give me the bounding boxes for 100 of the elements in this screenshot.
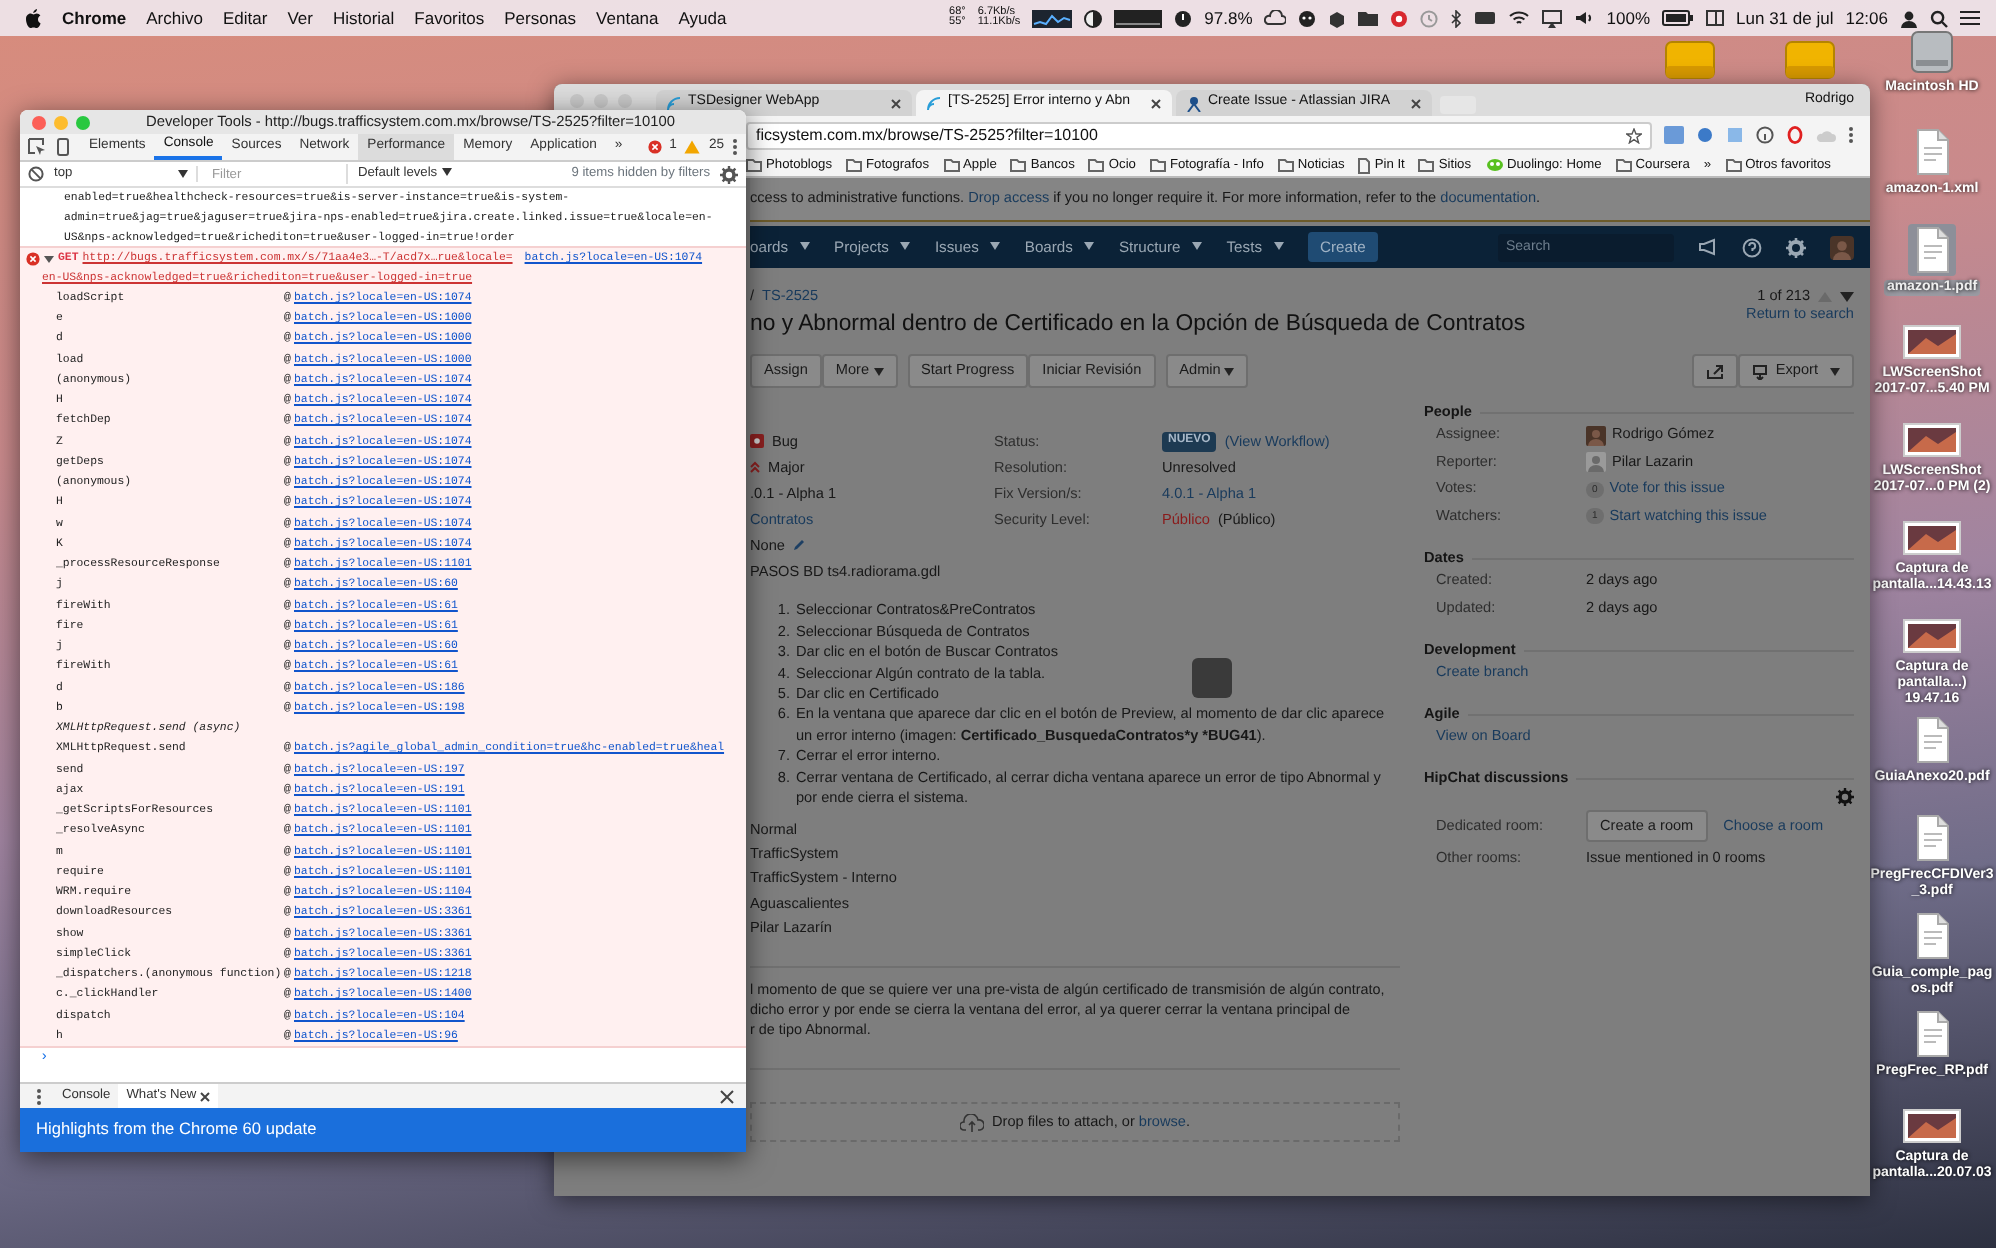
folder-icon	[1149, 158, 1166, 172]
avatar-icon	[1586, 452, 1606, 473]
error-icon	[26, 251, 40, 266]
box-icon[interactable]	[1328, 9, 1347, 27]
avatar-icon[interactable]	[1830, 235, 1854, 259]
menu-item[interactable]: Favoritos	[414, 7, 485, 29]
caret-icon	[1192, 242, 1203, 251]
more-icon[interactable]	[1848, 126, 1854, 144]
address-bar[interactable]: ficsystem.com.mx/browse/TS-2525?filter=10100	[746, 121, 1652, 149]
pdf-file-icon	[1908, 224, 1956, 276]
pie-icon[interactable]	[1084, 9, 1103, 27]
menu-item[interactable]: Ventana	[596, 7, 659, 29]
caret-icon	[441, 168, 452, 177]
more-icon[interactable]	[36, 1087, 42, 1105]
close-icon[interactable]	[200, 1091, 211, 1101]
error-icon	[647, 140, 662, 154]
caret-icon	[1274, 242, 1284, 251]
folder-icon	[1418, 158, 1435, 172]
page-icon	[1358, 157, 1371, 173]
pencil-icon[interactable]	[792, 538, 807, 553]
update-banner[interactable]: Highlights from the Chrome 60 update	[20, 1108, 746, 1152]
battery-icon[interactable]	[1662, 10, 1695, 26]
issue-title: no y Abnormal dentro de Certificado en la Opción de Búsqueda de Contratos	[750, 311, 1526, 339]
screenshot-thumbnail-icon	[1902, 1106, 1962, 1146]
folder-icon[interactable]	[1358, 10, 1379, 26]
apple-icon	[24, 8, 42, 28]
menu-item[interactable]: Ver	[287, 7, 313, 29]
settings-icon[interactable]	[1836, 787, 1854, 806]
signal-icon	[666, 95, 682, 111]
cloud-icon[interactable]	[1264, 10, 1287, 26]
menu-item[interactable]: Archivo	[146, 7, 203, 29]
search-icon[interactable]	[1930, 9, 1948, 27]
avatar-icon	[1586, 425, 1606, 446]
caret-icon	[900, 242, 911, 251]
menu-item[interactable]: Personas	[504, 7, 577, 29]
activity-graph-icon[interactable]	[1032, 9, 1073, 27]
caret-icon	[990, 242, 1001, 251]
wifi-icon[interactable]	[1508, 10, 1531, 26]
screenshot-thumbnail-icon	[1902, 518, 1962, 558]
battery-reading: 100%	[1606, 7, 1651, 29]
folder-icon	[943, 158, 960, 172]
window-icon[interactable]	[1706, 10, 1725, 26]
down-arrow-icon[interactable]	[1840, 291, 1854, 302]
bluetooth-icon[interactable]	[1450, 9, 1463, 27]
folder-icon	[746, 158, 762, 172]
url-text: ficsystem.com.mx/browse/TS-2525?filter=10100	[756, 125, 1098, 145]
close-icon[interactable]	[1410, 97, 1422, 109]
menu-item[interactable]: Ayuda	[678, 7, 727, 29]
monitor-graph-icon[interactable]	[1114, 9, 1163, 27]
priority-icon	[750, 460, 760, 475]
external-drive-icon	[1784, 40, 1836, 80]
opera-icon[interactable]	[1786, 126, 1804, 144]
more-icon[interactable]	[732, 138, 738, 156]
airplay-icon[interactable]	[1542, 9, 1563, 27]
caret-icon	[1084, 242, 1095, 251]
date-text: Lun 31 de jul	[1736, 7, 1834, 29]
caret-icon	[800, 242, 810, 251]
keyboard-icon[interactable]	[1474, 10, 1497, 26]
cpu-reading: 97.8%	[1204, 7, 1253, 29]
power-icon[interactable]	[1174, 9, 1193, 27]
export-icon	[1751, 363, 1768, 380]
folder-icon	[1725, 158, 1742, 172]
screenshot-thumbnail-icon	[1902, 420, 1962, 460]
settings-icon[interactable]	[1786, 237, 1806, 257]
star-icon[interactable]	[1626, 127, 1642, 143]
help-icon[interactable]	[1742, 237, 1762, 257]
caret-icon	[1830, 367, 1840, 376]
close-icon[interactable]	[1150, 97, 1162, 109]
clear-console-icon[interactable]	[28, 166, 44, 182]
folder-icon	[1088, 158, 1105, 172]
info-icon[interactable]	[1756, 126, 1774, 144]
share-icon	[1705, 363, 1724, 380]
volume-icon[interactable]	[1574, 10, 1595, 26]
close-icon[interactable]	[720, 1089, 734, 1103]
megaphone-icon[interactable]	[1698, 238, 1718, 256]
app-menu[interactable]: Chrome	[62, 7, 127, 29]
screenshot-thumbnail-icon	[1902, 616, 1962, 656]
folder-icon	[1010, 158, 1027, 172]
bug-icon	[750, 434, 764, 449]
folder-icon	[846, 158, 862, 172]
app-icon[interactable]	[1390, 9, 1409, 27]
menu-item[interactable]: Historial	[332, 7, 395, 29]
upload-cloud-icon	[960, 1113, 984, 1131]
external-drive-icon	[1664, 40, 1716, 80]
menu-item[interactable]: Editar	[222, 7, 268, 29]
settings-icon[interactable]	[720, 165, 738, 183]
hard-drive-icon	[1908, 28, 1956, 76]
list-icon[interactable]	[1960, 10, 1980, 26]
close-icon[interactable]	[890, 97, 902, 109]
expand-caret-icon[interactable]	[44, 253, 54, 264]
inspect-icon[interactable]	[28, 138, 46, 156]
caret-icon	[178, 170, 188, 178]
device-icon[interactable]	[54, 138, 72, 156]
person-icon	[1186, 95, 1202, 111]
signal-icon	[926, 95, 942, 111]
face-icon[interactable]	[1298, 9, 1317, 27]
folder-icon	[1277, 158, 1294, 172]
share-button[interactable]	[1691, 354, 1738, 389]
screenshot-thumbnail-icon	[1902, 322, 1962, 362]
user-icon[interactable]	[1900, 9, 1918, 27]
